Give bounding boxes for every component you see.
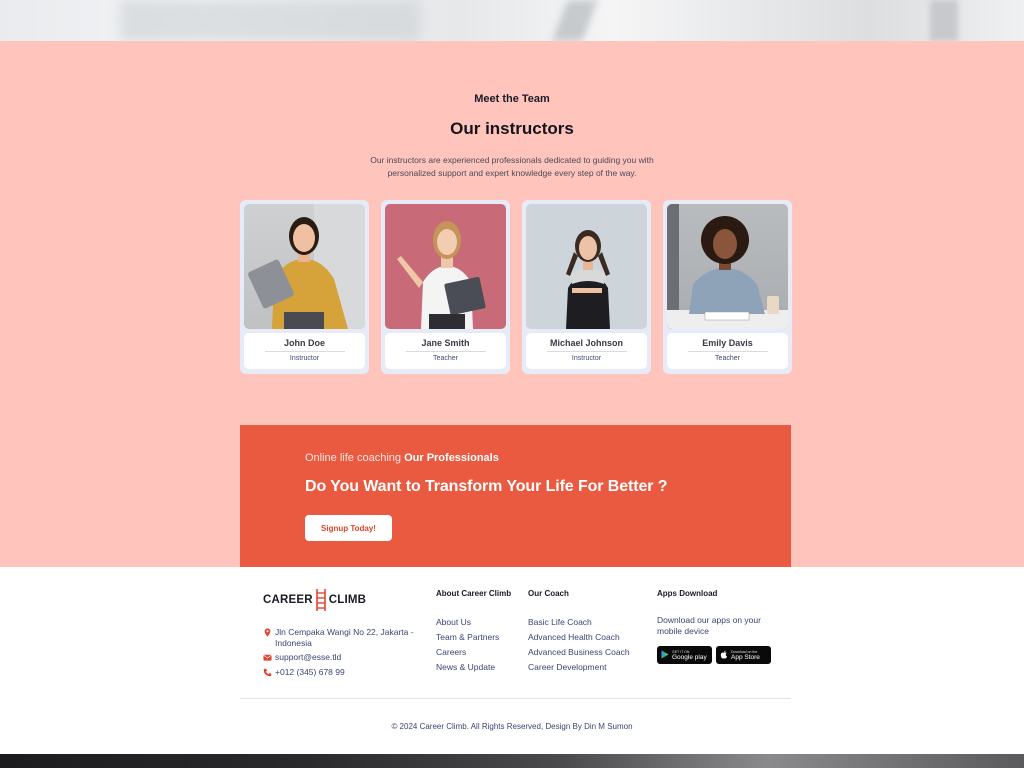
cta-kicker-plain: Online life coaching: [305, 452, 402, 464]
ladder-icon: [315, 589, 327, 611]
footer-col-about: About Career Climb About Us Team & Partn…: [436, 589, 511, 675]
contact-email[interactable]: support@esse.tld: [263, 652, 341, 662]
cta-banner: Online life coaching Our Professionals D…: [240, 425, 791, 567]
divider: [546, 351, 627, 352]
instructor-photo: [385, 204, 506, 329]
cta-title: Do You Want to Transform Your Life For B…: [305, 478, 668, 495]
store-badges: GET IT ON Google play Download on the Ap…: [657, 646, 775, 664]
divider: [687, 351, 768, 352]
cta-kicker-bold: Our Professionals: [404, 452, 499, 464]
signup-button[interactable]: Signup Today!: [305, 515, 392, 541]
app-store-badge[interactable]: Download on the App Store: [716, 646, 771, 664]
logo[interactable]: CAREER CLIMB: [263, 589, 366, 611]
footer: CAREER CLIMB Jln Cempaka Wangi No 22, Ja…: [0, 567, 1024, 754]
instructor-role: Instructor: [289, 355, 320, 362]
google-play-small: GET IT ON: [672, 649, 690, 654]
footer-col-title: Our Coach: [528, 589, 569, 598]
footer-link-career-development[interactable]: Career Development: [528, 660, 630, 675]
phone-icon: [263, 668, 272, 677]
instructor-cards: John Doe Instructor Jane Smith Teacher M…: [240, 200, 792, 374]
footer-link-advanced-health-coach[interactable]: Advanced Health Coach: [528, 630, 630, 645]
instructor-role: Teacher: [433, 355, 458, 362]
instructor-card[interactable]: John Doe Instructor: [240, 200, 369, 374]
instructor-photo: [667, 204, 788, 329]
footer-col-title: Apps Download: [657, 589, 718, 598]
instructor-info: Jane Smith Teacher: [385, 333, 506, 369]
section-eyebrow: Meet the Team: [474, 93, 550, 105]
footer-link-careers[interactable]: Careers: [436, 645, 511, 660]
instructor-info: John Doe Instructor: [244, 333, 365, 369]
footer-link-about-us[interactable]: About Us: [436, 615, 511, 630]
instructor-name: Jane Smith: [421, 338, 470, 348]
footer-link-team-partners[interactable]: Team & Partners: [436, 630, 511, 645]
google-play-badge[interactable]: GET IT ON Google play: [657, 646, 712, 664]
mail-icon: [263, 653, 272, 662]
instructor-name: John Doe: [283, 338, 325, 348]
logo-text-right: CLIMB: [328, 594, 367, 606]
instructor-info: Michael Johnson Instructor: [526, 333, 647, 369]
instructor-role: Teacher: [715, 355, 740, 362]
divider: [405, 351, 486, 352]
instructor-card[interactable]: Emily Davis Teacher: [663, 200, 792, 374]
email-text: support@esse.tld: [275, 652, 342, 662]
section-description: Our instructors are experienced professi…: [370, 155, 654, 178]
instructor-role: Instructor: [571, 355, 602, 362]
footer-link-basic-life-coach[interactable]: Basic Life Coach: [528, 615, 630, 630]
divider: [264, 351, 345, 352]
apple-icon: [720, 646, 728, 664]
footer-link-advanced-business-coach[interactable]: Advanced Business Coach: [528, 645, 630, 660]
location-pin-icon: [263, 628, 272, 637]
instructor-photo: [526, 204, 647, 329]
copyright-text: © 2024 Career Climb. All Rights Reserved…: [391, 722, 633, 731]
contact-address: Jln Cempaka Wangi No 22, Jakarta - Indon…: [263, 627, 423, 649]
instructor-name: Michael Johnson: [549, 338, 623, 348]
instructor-photo: [244, 204, 365, 329]
hero-image-bottom: [0, 0, 1024, 41]
instructor-card[interactable]: Michael Johnson Instructor: [522, 200, 651, 374]
instructor-name: Emily Davis: [702, 338, 753, 348]
instructor-info: Emily Davis Teacher: [667, 333, 788, 369]
footer-col-coach: Our Coach Basic Life Coach Advanced Heal…: [528, 589, 630, 675]
logo-text-left: CAREER: [263, 594, 313, 606]
app-store-large: App Store: [731, 653, 760, 661]
instructor-card[interactable]: Jane Smith Teacher: [381, 200, 510, 374]
google-play-large: Google play: [672, 653, 707, 661]
cta-kicker: Online life coaching Our Professionals: [305, 452, 499, 464]
footer-col-apps: Apps Download Download our apps on your …: [657, 589, 775, 664]
footer-col-title: About Career Climb: [436, 589, 512, 598]
footer-link-news-update[interactable]: News & Update: [436, 660, 511, 675]
section-heading: Our instructors: [450, 119, 574, 138]
apps-text: Download our apps on your mobile device: [657, 615, 761, 636]
next-section-image: [0, 754, 1024, 768]
contact-phone[interactable]: +012 (345) 678 99: [263, 667, 345, 677]
phone-text: +012 (345) 678 99: [275, 667, 345, 677]
address-text: Jln Cempaka Wangi No 22, Jakarta - Indon…: [275, 627, 414, 648]
footer-divider: [240, 698, 791, 699]
app-store-small: Download on the: [731, 649, 758, 654]
google-play-icon: [661, 646, 669, 664]
